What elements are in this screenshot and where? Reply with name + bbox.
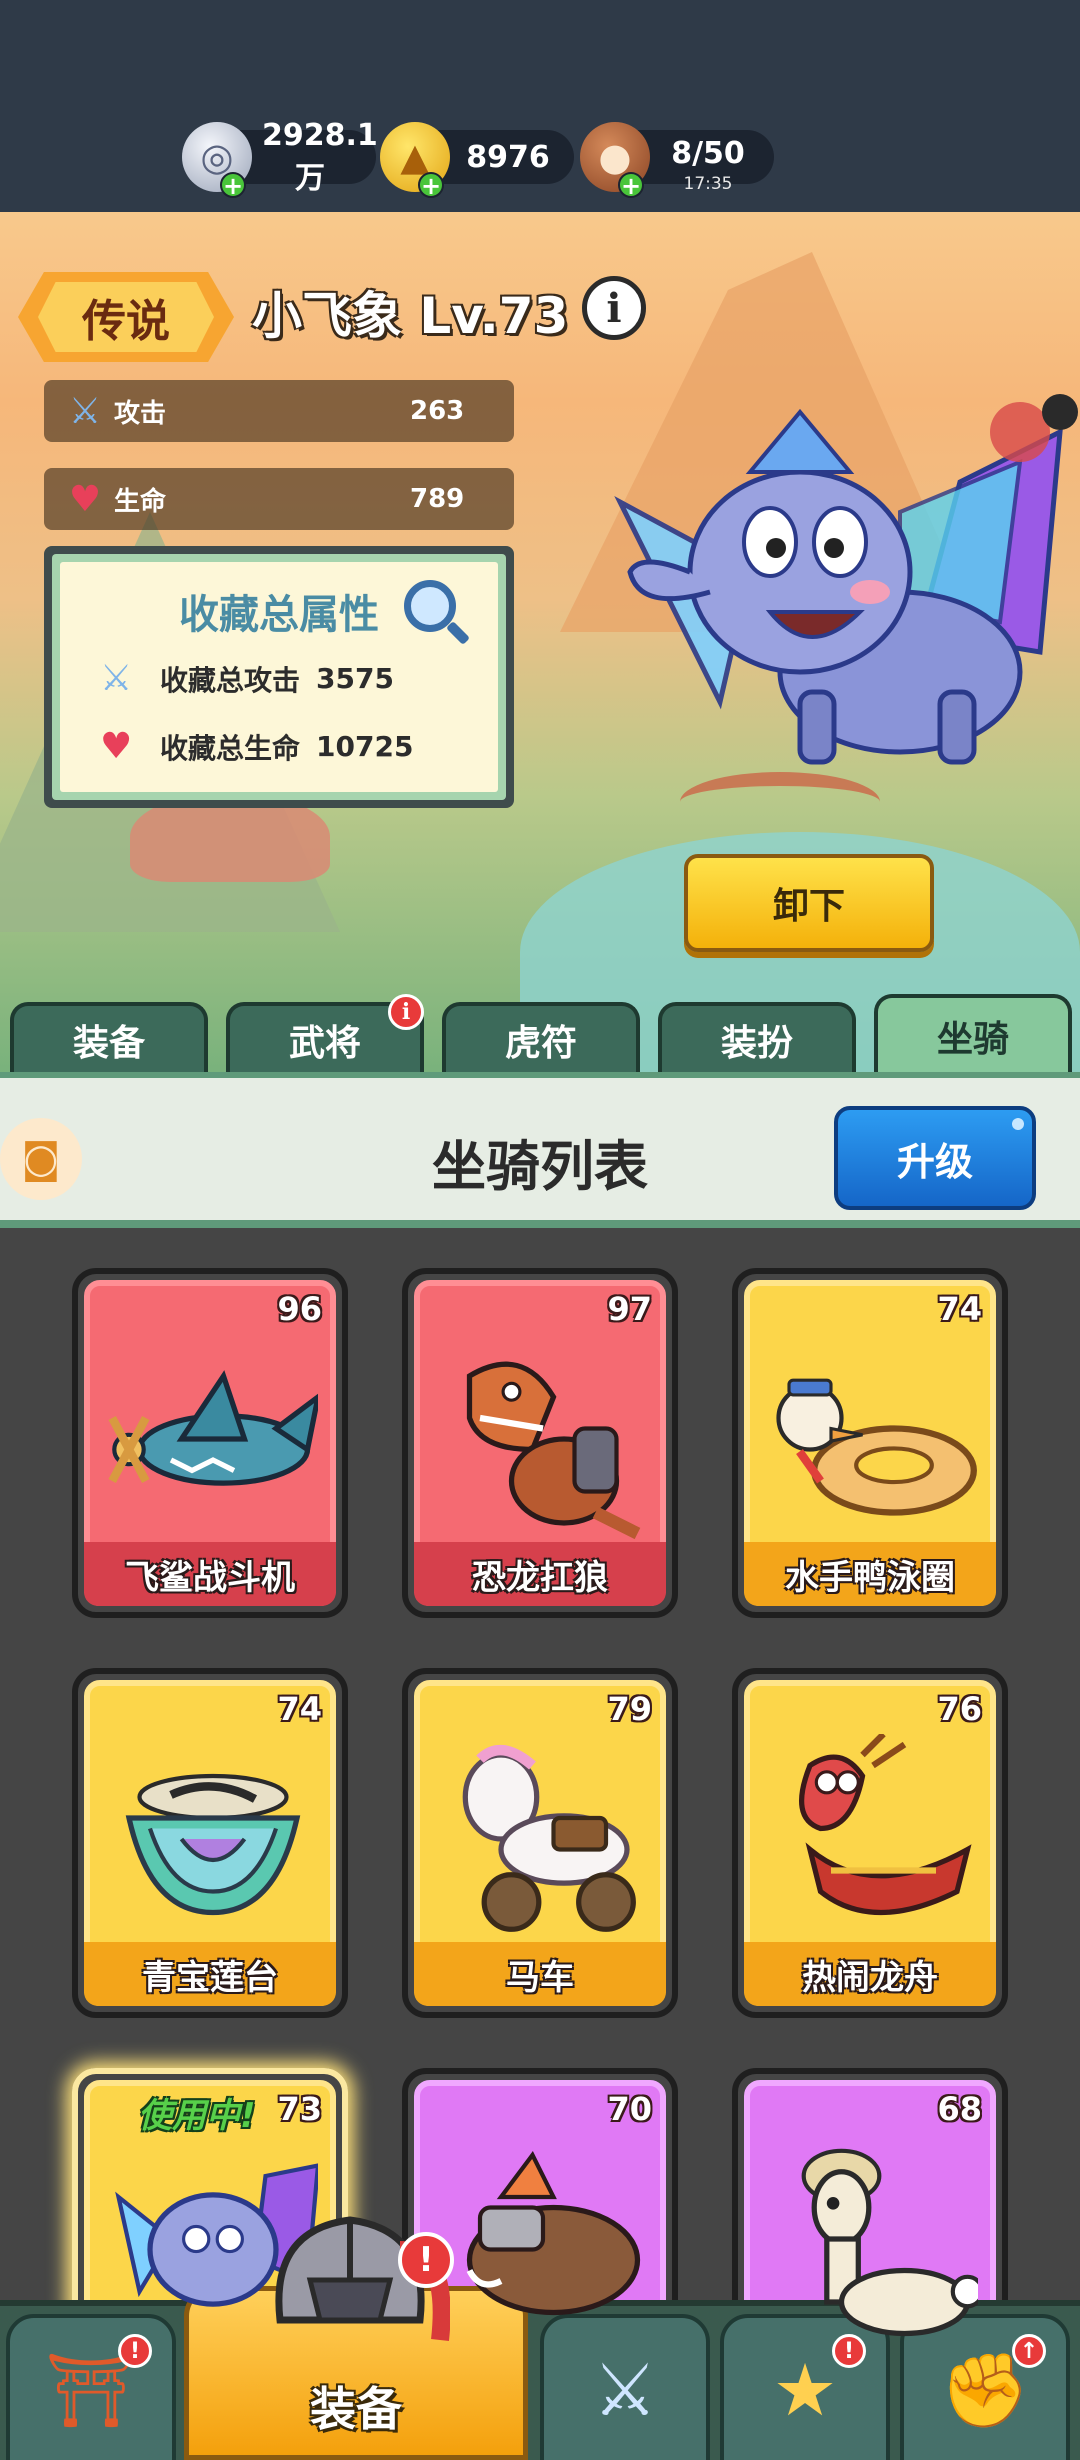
tab-label: 坐骑 <box>936 1019 1009 1060</box>
food-value: 8/50 <box>671 136 745 171</box>
mount-list-header: ◙ 坐骑列表 升级 <box>0 1072 1080 1228</box>
in-use-badge: 使用中! <box>138 2096 256 2136</box>
add-gold-icon[interactable]: + <box>418 172 444 198</box>
collection-hp: ♥ 收藏总生命 10725 <box>100 726 413 767</box>
mount-name: 水手鸭泳圈 <box>744 1542 996 1606</box>
flying-elephant-mount-art <box>614 394 1078 765</box>
rarity-badge: 传说 <box>18 272 234 362</box>
collection-attack-label: 收藏总攻击 <box>160 663 301 697</box>
mount-name: 马车 <box>414 1942 666 2006</box>
mount-card[interactable]: 76 热闹龙舟 <box>732 1668 1008 2018</box>
mount-level: 68 <box>937 2090 982 2128</box>
heart-icon: ♥ <box>68 478 102 520</box>
heart-icon: ♥ <box>100 726 133 767</box>
silver-currency[interactable]: ◎ + 2928.1万 <box>182 118 378 198</box>
hp-label: 生命 <box>114 486 167 517</box>
add-silver-icon[interactable]: + <box>220 172 246 198</box>
shark-fighter-plane-art <box>108 1370 318 1486</box>
dinosaur-wolf-art <box>466 1361 641 1540</box>
crossed-swords-shield-icon: ⚔ <box>592 2348 658 2432</box>
sword-icon: ⚔ <box>68 390 102 432</box>
mount-name: 恐龙扛狼 <box>414 1542 666 1606</box>
collection-hp-label: 收藏总生命 <box>160 731 301 765</box>
mount-level: 74 <box>937 1290 982 1328</box>
mount-card[interactable]: 74 青宝莲台 <box>72 1668 348 2018</box>
upgrade-button[interactable]: 升级 <box>834 1106 1036 1210</box>
nav-equipment-label: 装备 <box>310 2382 402 2436</box>
food-timer: 17:35 <box>683 174 733 194</box>
silver-value: 2928.1万 <box>262 117 378 196</box>
collection-panel[interactable]: 收藏总属性 ⚔ 收藏总攻击 3575 ♥ 收藏总生命 10725 <box>44 546 514 808</box>
collection-attack: ⚔ 收藏总攻击 3575 <box>100 658 394 699</box>
tab-label: 装扮 <box>720 1023 793 1064</box>
boar-mount-art <box>466 2151 641 2316</box>
dragon-boat-art <box>798 1734 972 1916</box>
attack-stat: ⚔ 攻击 263 <box>44 380 514 442</box>
tab-tally[interactable]: 虎符 <box>442 1002 640 1074</box>
mount-level: 96 <box>277 1290 322 1328</box>
mount-level: 79 <box>607 1690 652 1728</box>
mount-card[interactable]: 74 水手鸭泳圈 <box>732 1268 1008 1618</box>
mount-card[interactable]: 96 飞鲨战斗机 <box>72 1268 348 1618</box>
add-food-icon[interactable]: + <box>618 172 644 198</box>
hp-stat: ♥ 生命 789 <box>44 468 514 530</box>
rarity-label: 传说 <box>38 282 214 352</box>
mount-card[interactable]: 79 马车 <box>402 1668 678 2018</box>
lotus-platform-art <box>125 1773 301 1916</box>
upgrade-arrow-icon: ↑ <box>1012 2334 1046 2368</box>
mount-level: 76 <box>937 1690 982 1728</box>
tab-costume[interactable]: 装扮 <box>658 1002 856 1074</box>
food-currency[interactable]: ● + 8/50 17:35 <box>580 122 774 198</box>
magnifier-icon[interactable] <box>404 580 456 632</box>
mount-name: 小飞象 Lv.73 <box>252 287 569 345</box>
gold-currency[interactable]: ▲ + 8976 <box>380 122 574 198</box>
collection-attack-value: 3575 <box>316 662 394 695</box>
mount-card[interactable]: 97 恐龙扛狼 <box>402 1268 678 1618</box>
tab-label: 装备 <box>72 1023 145 1064</box>
mount-detail-scene: 传说 小飞象 Lv.73 i ⚔ 攻击 263 ♥ 生命 789 收藏总属性 ⚔… <box>0 212 1080 1072</box>
info-button[interactable]: i <box>582 276 646 340</box>
mount-name: 青宝莲台 <box>84 1942 336 2006</box>
tab-label: 武将 <box>288 1023 361 1064</box>
tab-generals[interactable]: 武将 i <box>226 994 424 1074</box>
top-status-bar: ◎ + 2928.1万 ▲ + 8976 ● + 8/50 17:35 <box>0 0 1080 212</box>
mount-level: 97 <box>607 1290 652 1328</box>
horse-carriage-art <box>462 1744 636 1932</box>
notification-icon: ! <box>398 2232 454 2288</box>
mount-level: 74 <box>277 1690 322 1728</box>
collection-hp-value: 10725 <box>316 730 414 763</box>
category-tabs: 装备 武将 i 虎符 装扮 坐骑 <box>0 994 1080 1074</box>
gold-value: 8976 <box>466 139 550 175</box>
tab-label: 虎符 <box>504 1023 577 1064</box>
sword-icon: ⚔ <box>100 658 133 699</box>
tab-equipment[interactable]: 装备 <box>10 1002 208 1074</box>
hero-stars-icon: ★ <box>772 2348 838 2432</box>
mount-name: 热闹龙舟 <box>744 1942 996 2006</box>
mount-level: 73 <box>277 2090 322 2128</box>
hp-value: 789 <box>410 484 465 514</box>
notification-icon: i <box>388 994 424 1030</box>
mount-name: 飞鲨战斗机 <box>84 1542 336 1606</box>
unequip-button[interactable]: 卸下 <box>684 854 934 952</box>
mount-level: 70 <box>607 2090 652 2128</box>
tab-mounts[interactable]: 坐骑 <box>874 994 1072 1074</box>
sailor-duck-float-art <box>776 1378 977 1516</box>
alpaca-mount-art <box>801 2148 978 2337</box>
attack-label: 攻击 <box>114 398 167 429</box>
attack-value: 263 <box>410 396 465 426</box>
